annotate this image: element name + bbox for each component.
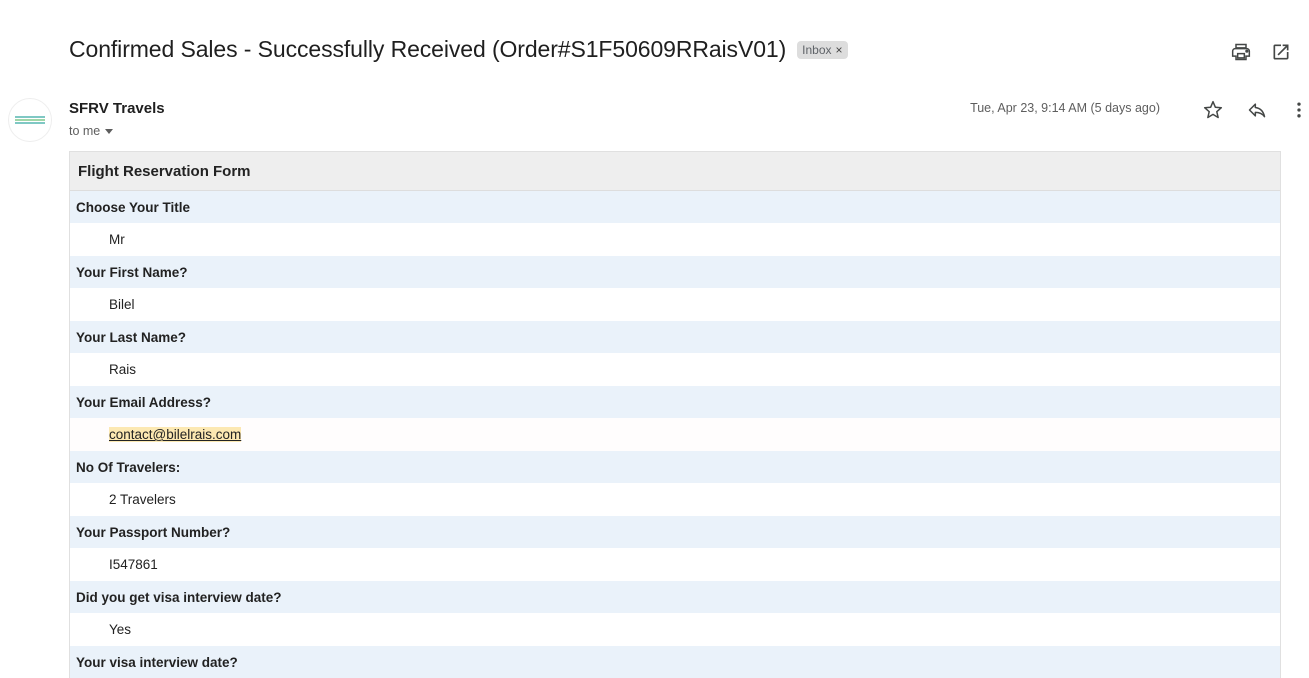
recipient-line: to me xyxy=(69,124,114,138)
email-link[interactable]: contact@bilelrais.com xyxy=(109,427,242,442)
form-answer-first-name: Bilel xyxy=(70,288,1280,321)
form-question-email: Your Email Address? xyxy=(70,386,1280,418)
form-answer-travelers: 2 Travelers xyxy=(70,483,1280,516)
reply-icon[interactable] xyxy=(1247,100,1267,120)
star-icon[interactable] xyxy=(1203,100,1223,120)
more-vert-icon[interactable] xyxy=(1289,100,1309,120)
form-question-travelers: No Of Travelers: xyxy=(70,451,1280,483)
form-question-passport: Your Passport Number? xyxy=(70,516,1280,548)
email-subject-row: Confirmed Sales - Successfully Received … xyxy=(69,36,848,63)
form-question-last-name: Your Last Name? xyxy=(70,321,1280,353)
form-title: Flight Reservation Form xyxy=(70,152,1280,191)
sender-logo-icon xyxy=(15,116,45,124)
message-date: Tue, Apr 23, 9:14 AM (5 days ago) xyxy=(970,101,1160,115)
print-icon[interactable] xyxy=(1231,42,1251,62)
form-question-visa-interview-date: Your visa interview date? xyxy=(70,646,1280,678)
thread-toolbar xyxy=(1231,42,1291,62)
sender-avatar[interactable] xyxy=(8,98,52,142)
form-answer-title: Mr xyxy=(70,223,1280,256)
form-question-first-name: Your First Name? xyxy=(70,256,1280,288)
show-details-chevron-icon[interactable] xyxy=(105,128,114,134)
inbox-label-chip[interactable]: Inbox × xyxy=(797,40,848,59)
open-in-new-window-icon[interactable] xyxy=(1271,42,1291,62)
email-subject: Confirmed Sales - Successfully Received … xyxy=(69,36,787,62)
form-question-visa-date-received: Did you get visa interview date? xyxy=(70,581,1280,613)
form-answer-visa-date-received: Yes xyxy=(70,613,1280,646)
sender-name[interactable]: SFRV Travels xyxy=(69,100,165,117)
remove-label-icon[interactable]: × xyxy=(836,43,843,57)
form-question-title: Choose Your Title xyxy=(70,191,1280,223)
flight-reservation-form: Flight Reservation Form Choose Your Titl… xyxy=(69,151,1281,678)
form-answer-last-name: Rais xyxy=(70,353,1280,386)
recipient-text: to me xyxy=(69,124,101,138)
form-answer-passport: I547861 xyxy=(70,548,1280,581)
form-answer-email-row: contact@bilelrais.com xyxy=(70,418,1280,451)
inbox-label-text: Inbox xyxy=(802,42,832,57)
message-actions xyxy=(1169,100,1309,120)
